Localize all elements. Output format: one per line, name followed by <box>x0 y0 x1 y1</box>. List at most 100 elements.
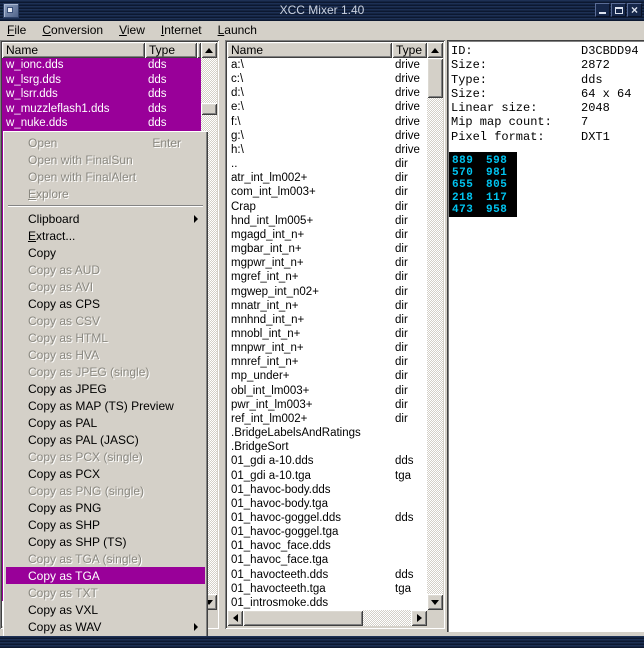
context-menu-item-copy-as-cps[interactable]: Copy as CPS <box>6 295 205 312</box>
minimize-button[interactable] <box>595 3 610 17</box>
file-row-01-havocteeth-tga[interactable]: 01_havocteeth.tgatga <box>227 582 427 596</box>
context-menu-item-extract[interactable]: Extract... <box>6 227 205 244</box>
menubar-item-launch[interactable]: Launch <box>213 22 268 39</box>
file-name: mgpwr_int_n+ <box>231 256 304 270</box>
scroll-left-button[interactable] <box>227 610 243 626</box>
scroll-up-button[interactable] <box>427 42 443 58</box>
file-row-01-introsmoke-dds[interactable]: 01_introsmoke.dds <box>227 596 427 610</box>
middle-horizontal-scrollbar[interactable] <box>227 610 427 626</box>
middle-vertical-scrollbar[interactable] <box>427 42 443 610</box>
maximize-icon <box>615 7 623 14</box>
file-row-mnpwr-int-n[interactable]: mnpwr_int_n+dir <box>227 341 427 355</box>
file-row-w-nuke-dds[interactable]: w_nuke.ddsdds <box>2 116 201 131</box>
menubar-item-conversion[interactable]: Conversion <box>37 22 114 39</box>
file-row-c[interactable]: c:\drive <box>227 72 427 86</box>
context-menu-item-copy-as-jpeg[interactable]: Copy as JPEG <box>6 380 205 397</box>
file-row-mgagd-int-n[interactable]: mgagd_int_n+dir <box>227 228 427 242</box>
file-row-01-havoc-face-tga[interactable]: 01_havoc_face.tga <box>227 553 427 567</box>
context-menu-item-copy-as-wav[interactable]: Copy as WAV <box>6 618 205 635</box>
file-row-01-havoc-goggel-tga[interactable]: 01_havoc-goggel.tga <box>227 525 427 539</box>
scroll-right-button[interactable] <box>411 610 427 626</box>
scroll-down-icon <box>431 600 439 605</box>
menu-item-label: Copy as WAV <box>28 620 101 634</box>
file-row-[interactable]: ..dir <box>227 157 427 171</box>
file-row-mgbar-int-n[interactable]: mgbar_int_n+dir <box>227 242 427 256</box>
file-row-e[interactable]: e:\drive <box>227 100 427 114</box>
file-row-ref-int-lm002[interactable]: ref_int_lm002+dir <box>227 412 427 426</box>
detail-label: Size: <box>451 87 581 101</box>
file-type: dds <box>148 87 167 102</box>
context-menu-item-copy-as-shp[interactable]: Copy as SHP <box>6 516 205 533</box>
scroll-up-button[interactable] <box>201 42 217 58</box>
file-type: tga <box>395 469 411 483</box>
scrollbar-thumb[interactable] <box>427 58 443 98</box>
file-type: dir <box>395 412 408 426</box>
file-row-mgpwr-int-n[interactable]: mgpwr_int_n+dir <box>227 256 427 270</box>
detail-row-size: Size:2872 <box>451 58 639 72</box>
file-row-w-ionc-dds[interactable]: w_ionc.ddsdds <box>2 58 201 73</box>
context-menu-item-copy-as-pal[interactable]: Copy as PAL <box>6 414 205 431</box>
file-row-mnatr-int-n[interactable]: mnatr_int_n+dir <box>227 299 427 313</box>
maximize-button[interactable] <box>611 3 626 17</box>
file-type: dir <box>395 299 408 313</box>
file-row-atr-int-lm002[interactable]: atr_int_lm002+dir <box>227 171 427 185</box>
scrollbar-thumb[interactable] <box>201 103 217 115</box>
column-header-type[interactable]: Type <box>145 42 197 58</box>
context-menu-item-clipboard[interactable]: Clipboard <box>6 210 205 227</box>
context-menu-item-copy-as-vxl[interactable]: Copy as VXL <box>6 601 205 618</box>
file-row-a[interactable]: a:\drive <box>227 58 427 72</box>
menubar-item-internet[interactable]: Internet <box>156 22 213 39</box>
context-menu-item-copy-as-txt: Copy as TXT <box>6 584 205 601</box>
file-row-obl-int-lm003[interactable]: obl_int_lm003+dir <box>227 384 427 398</box>
file-row-hnd-int-lm005[interactable]: hnd_int_lm005+dir <box>227 214 427 228</box>
menubar-item-file[interactable]: File <box>2 22 37 39</box>
menubar-item-view[interactable]: View <box>114 22 156 39</box>
file-row-mgwep-int-n02[interactable]: mgwep_int_n02+dir <box>227 285 427 299</box>
detail-label: ID: <box>451 44 581 58</box>
file-row-com-int-lm003[interactable]: com_int_lm003+dir <box>227 185 427 199</box>
file-name: .BridgeLabelsAndRatings <box>231 426 361 440</box>
file-row-mp-under[interactable]: mp_under+dir <box>227 369 427 383</box>
file-row-01-havoc-body-tga[interactable]: 01_havoc-body.tga <box>227 497 427 511</box>
file-name: Crap <box>231 200 256 214</box>
scroll-down-button[interactable] <box>427 594 443 610</box>
context-menu-item-copy-as-shp-ts[interactable]: Copy as SHP (TS) <box>6 533 205 550</box>
file-name: 01_havoc-goggel.dds <box>231 511 341 525</box>
context-menu-item-copy-as-pcx[interactable]: Copy as PCX <box>6 465 205 482</box>
context-menu-item-copy-as-pal-jasc[interactable]: Copy as PAL (JASC) <box>6 431 205 448</box>
file-row-01-havocteeth-dds[interactable]: 01_havocteeth.ddsdds <box>227 568 427 582</box>
file-row-mnref-int-n[interactable]: mnref_int_n+dir <box>227 355 427 369</box>
file-row-01-havoc-face-dds[interactable]: 01_havoc_face.dds <box>227 539 427 553</box>
context-menu-item-copy-as-map-ts-preview[interactable]: Copy as MAP (TS) Preview <box>6 397 205 414</box>
file-row-01-havoc-goggel-dds[interactable]: 01_havoc-goggel.ddsdds <box>227 511 427 525</box>
file-name: 01_introsmoke.dds <box>231 596 328 610</box>
file-row-h[interactable]: h:\drive <box>227 143 427 157</box>
file-row-mgref-int-n[interactable]: mgref_int_n+dir <box>227 270 427 284</box>
file-row-crap[interactable]: Crapdir <box>227 200 427 214</box>
file-row-w-muzzleflash1-dds[interactable]: w_muzzleflash1.ddsdds <box>2 102 201 117</box>
file-row-01-havoc-body-dds[interactable]: 01_havoc-body.dds <box>227 483 427 497</box>
close-button[interactable]: × <box>627 3 642 17</box>
file-row-mnobl-int-n[interactable]: mnobl_int_n+dir <box>227 327 427 341</box>
context-menu-item-copy-as-tga[interactable]: Copy as TGA <box>6 567 205 584</box>
file-row-01-gdi-a-10-tga[interactable]: 01_gdi a-10.tgatga <box>227 469 427 483</box>
scrollbar-thumb[interactable] <box>243 610 363 626</box>
preview-number: 218 <box>452 192 478 204</box>
file-row-bridgelabelsandratings[interactable]: .BridgeLabelsAndRatings <box>227 426 427 440</box>
file-name: 01_havoc-body.tga <box>231 497 328 511</box>
file-row-f[interactable]: f:\drive <box>227 115 427 129</box>
context-menu-item-copy[interactable]: Copy <box>6 244 205 261</box>
file-row-g[interactable]: g:\drive <box>227 129 427 143</box>
column-header-name[interactable]: Name <box>227 42 392 58</box>
column-header-name[interactable]: Name <box>2 42 145 58</box>
context-menu-item-copy-as-png[interactable]: Copy as PNG <box>6 499 205 516</box>
file-row-01-gdi-a-10-dds[interactable]: 01_gdi a-10.ddsdds <box>227 454 427 468</box>
file-row-d[interactable]: d:\drive <box>227 86 427 100</box>
column-header-type[interactable]: Type <box>392 42 427 58</box>
file-row-mnhnd-int-n[interactable]: mnhnd_int_n+dir <box>227 313 427 327</box>
file-row-pwr-int-lm003[interactable]: pwr_int_lm003+dir <box>227 398 427 412</box>
file-row-w-lsrg-dds[interactable]: w_lsrg.ddsdds <box>2 73 201 88</box>
file-row-w-lsrr-dds[interactable]: w_lsrr.ddsdds <box>2 87 201 102</box>
file-type: dir <box>395 355 408 369</box>
file-row-bridgesort[interactable]: .BridgeSort <box>227 440 427 454</box>
